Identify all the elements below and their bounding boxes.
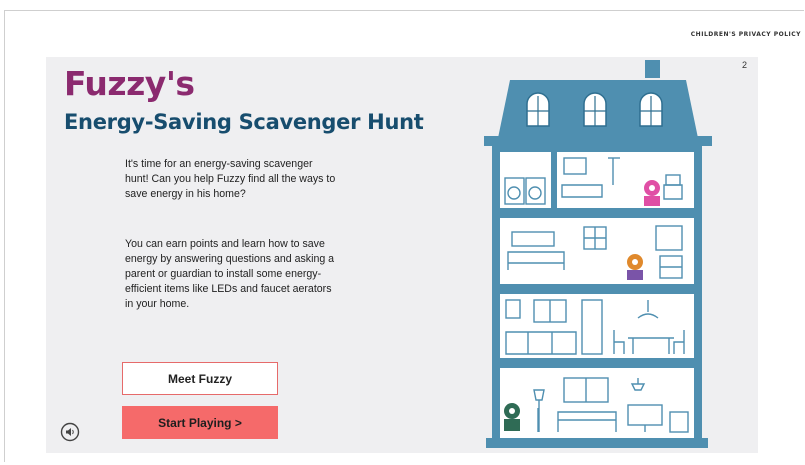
title-fuzzy: Fuzzy's — [64, 64, 195, 103]
intro-paragraph-2: You can earn points and learn how to sav… — [125, 238, 335, 310]
sound-icon[interactable] — [60, 422, 80, 442]
house-illustration — [484, 60, 712, 448]
intro-paragraph-1: It's time for an energy-saving scavenger… — [125, 158, 336, 200]
privacy-policy-link[interactable]: CHILDREN'S PRIVACY POLICY — [691, 31, 801, 38]
title-scavenger-hunt: Energy-Saving Scavenger Hunt — [64, 110, 424, 134]
meet-fuzzy-button[interactable]: Meet Fuzzy — [122, 362, 278, 395]
page-number: 2 — [742, 60, 748, 70]
start-playing-button[interactable]: Start Playing > — [122, 406, 278, 439]
